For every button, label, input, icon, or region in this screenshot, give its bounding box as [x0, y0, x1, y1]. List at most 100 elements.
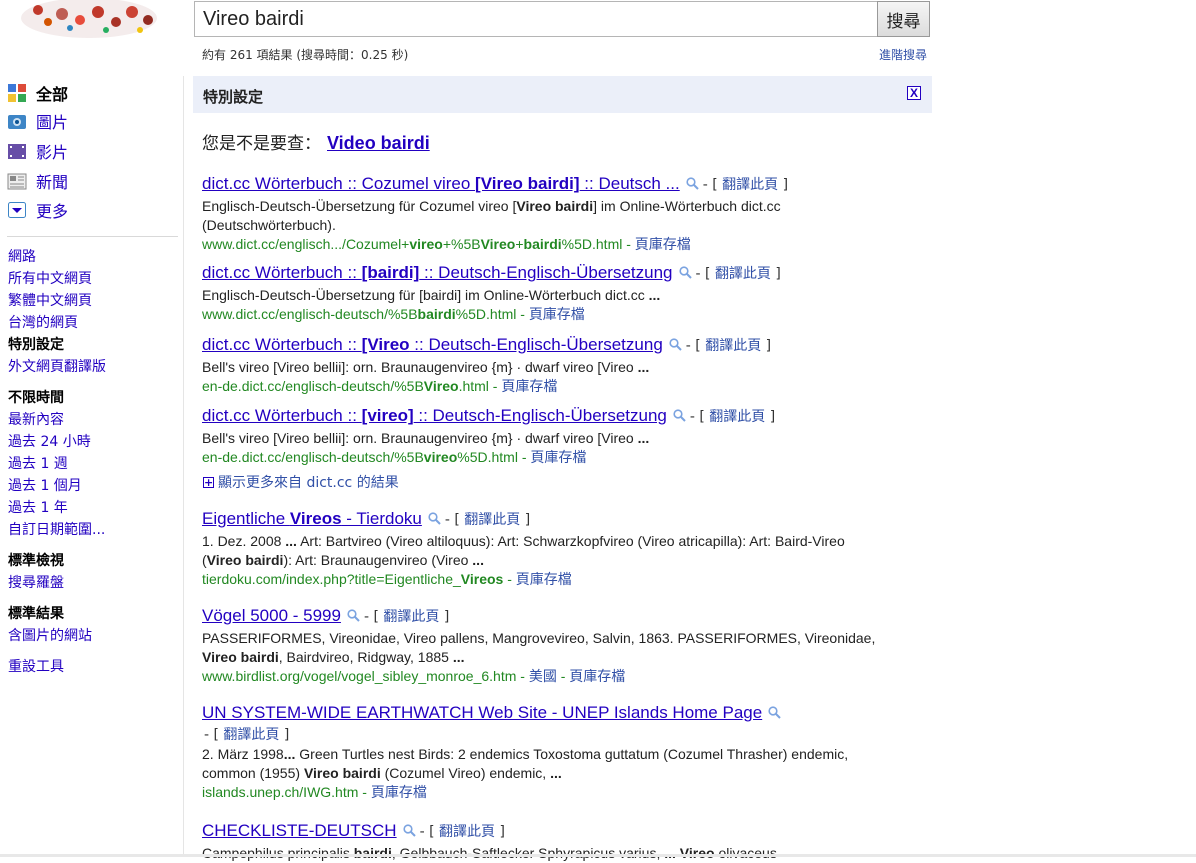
sidebar-item-label: 新聞 — [36, 173, 69, 192]
news-icon — [7, 171, 27, 191]
cached-page-link[interactable]: 頁庫存檔 — [501, 379, 557, 395]
translate-page-link[interactable]: 翻譯此頁 — [223, 727, 279, 743]
result-title-link[interactable]: dict.cc Wörterbuch :: [bairdi] :: Deutsc… — [202, 263, 673, 282]
scope-taiwan[interactable]: 台灣的網頁 — [8, 312, 78, 332]
search-result: UN SYSTEM-WIDE EARTHWATCH Web Site - UNE… — [202, 702, 882, 803]
translate-page-link[interactable]: 翻譯此頁 — [464, 512, 520, 528]
wonder-wheel-link[interactable]: 搜尋羅盤 — [8, 572, 64, 592]
plus-icon: + — [203, 475, 214, 489]
cached-page-link[interactable]: 頁庫存檔 — [569, 669, 625, 685]
sites-with-images-link[interactable]: 含圖片的網站 — [8, 625, 92, 645]
time-custom-range[interactable]: 自訂日期範圍... — [8, 519, 105, 539]
preview-magnifier-icon[interactable] — [673, 406, 686, 427]
result-title-link[interactable]: UN SYSTEM-WIDE EARTHWATCH Web Site - UNE… — [202, 703, 762, 722]
advanced-search-link[interactable]: 進階搜尋 — [879, 46, 927, 63]
result-url: en-de.dict.cc/englisch-deutsch/%5Bvireo%… — [202, 449, 587, 466]
all-results-icon — [7, 83, 27, 103]
result-stats: 約有 261 項結果 (搜尋時間：0.25 秒) — [202, 48, 409, 62]
more-dropdown-icon — [7, 200, 27, 220]
result-title-link[interactable]: dict.cc Wörterbuch :: Cozumel vireo [Vir… — [202, 174, 680, 193]
time-past-year[interactable]: 過去 1 年 — [8, 497, 68, 517]
scope-web[interactable]: 網路 — [8, 246, 36, 266]
cached-page-link[interactable]: 頁庫存檔 — [371, 785, 427, 801]
sidebar-item-news[interactable]: 新聞 — [7, 169, 68, 193]
cached-page-link[interactable]: 頁庫存檔 — [530, 450, 586, 466]
translate-page: - [ 翻譯此頁 ] — [444, 512, 531, 528]
search-input[interactable] — [194, 1, 878, 37]
search-result: dict.cc Wörterbuch :: [Vireo :: Deutsch-… — [202, 334, 882, 397]
result-title-link[interactable]: dict.cc Wörterbuch :: [Vireo :: Deutsch-… — [202, 335, 663, 354]
cached-page-link[interactable]: 頁庫存檔 — [516, 572, 572, 588]
time-past-month[interactable]: 過去 1 個月 — [8, 475, 82, 495]
cached-page-link[interactable]: 頁庫存檔 — [529, 307, 585, 323]
preview-magnifier-icon[interactable] — [678, 263, 692, 284]
did-you-mean-label: 您是不是要查： — [202, 134, 321, 154]
result-title-link[interactable]: CHECKLISTE-DEUTSCH — [202, 821, 397, 840]
result-title-line: CHECKLISTE-DEUTSCH - [ 翻譯此頁 ] — [202, 820, 882, 843]
videos-icon — [7, 141, 27, 161]
translate-page: - [ 翻譯此頁 ] — [689, 409, 776, 425]
result-url: tierdoku.com/index.php?title=Eigentliche… — [202, 571, 572, 588]
sidebar-item-all[interactable]: 全部 — [7, 81, 68, 105]
result-title-link[interactable]: Eigentliche Vireos - Tierdoku — [202, 509, 422, 528]
result-title-line: dict.cc Wörterbuch :: [bairdi] :: Deutsc… — [202, 262, 882, 285]
search-button[interactable]: 搜尋 — [877, 1, 930, 37]
translate-page: - [ 翻譯此頁 ] — [702, 177, 789, 193]
preview-magnifier-icon[interactable] — [768, 703, 781, 724]
did-you-mean-suggestion[interactable]: Video bairdi — [327, 133, 430, 153]
sidebar-item-more[interactable]: 更多 — [7, 198, 68, 222]
result-title-link[interactable]: Vögel 5000 - 5999 — [202, 606, 341, 625]
translate-page: - [ 翻譯此頁 ] — [695, 266, 781, 282]
time-latest[interactable]: 最新內容 — [8, 409, 64, 429]
result-title-line: UN SYSTEM-WIDE EARTHWATCH Web Site - UNE… — [202, 702, 882, 724]
translate-page-link[interactable]: 翻譯此頁 — [439, 824, 495, 840]
special-settings-title: 特別設定 — [203, 88, 264, 106]
result-title-line: Eigentliche Vireos - Tierdoku - [ 翻譯此頁 ] — [202, 508, 882, 531]
preview-magnifier-icon[interactable] — [402, 821, 416, 842]
search-result: Eigentliche Vireos - Tierdoku - [ 翻譯此頁 ] 1… — [202, 508, 882, 590]
sidebar-divider — [183, 76, 184, 857]
result-snippet: 1. Dez. 2008 ... Art: Bartvireo (Vireo a… — [202, 533, 845, 568]
cached-page-link[interactable]: 頁庫存檔 — [635, 237, 691, 253]
google-logo[interactable] — [18, 0, 160, 40]
more-from-site-link[interactable]: + 顯示更多來自 dict.cc 的結果 — [203, 472, 399, 492]
translate-page-link[interactable]: 翻譯此頁 — [705, 338, 761, 354]
scope-traditional-chinese[interactable]: 繁體中文網頁 — [8, 290, 92, 310]
translate-page-link[interactable]: 翻譯此頁 — [722, 177, 778, 193]
search-result: dict.cc Wörterbuch :: [bairdi] :: Deutsc… — [202, 262, 882, 325]
special-settings-bar: 特別設定 X — [193, 76, 932, 113]
preview-magnifier-icon[interactable] — [347, 606, 360, 627]
translated-foreign-pages-link[interactable]: 外文網頁翻譯版 — [8, 356, 106, 376]
close-icon[interactable]: X — [907, 86, 921, 100]
search-result: dict.cc Wörterbuch :: Cozumel vireo [Vir… — [202, 173, 882, 255]
time-past-24-hours[interactable]: 過去 24 小時 — [8, 431, 91, 451]
translate-page: - [ 翻譯此頁 ] — [685, 338, 772, 354]
scope-all-chinese[interactable]: 所有中文網頁 — [8, 268, 92, 288]
translate-page-link[interactable]: 翻譯此頁 — [715, 266, 771, 282]
translate-page: - [ 翻譯此頁 ] — [419, 824, 505, 840]
result-snippet: Bell's vireo [Vireo bellii]: orn. Brauna… — [202, 430, 650, 446]
did-you-mean: 您是不是要查： Video bairdi — [202, 129, 430, 154]
sidebar-item-label: 圖片 — [36, 113, 69, 132]
preview-magnifier-icon[interactable] — [669, 335, 682, 356]
images-icon — [7, 111, 27, 131]
translate-page-link[interactable]: 翻譯此頁 — [709, 409, 765, 425]
sidebar-item-label: 全部 — [36, 85, 69, 104]
preview-magnifier-icon[interactable] — [428, 509, 441, 530]
result-url: islands.unep.ch/IWG.htm - 頁庫存檔 — [202, 784, 427, 802]
sidebar-item-videos[interactable]: 影片 — [7, 139, 68, 163]
translate-page-link[interactable]: 翻譯此頁 — [383, 609, 439, 625]
translate-page: - [ 翻譯此頁 ] — [204, 727, 290, 744]
result-snippet: 2. März 1998... Green Turtles nest Birds… — [202, 746, 849, 782]
result-url: www.birdlist.org/vogel/vogel_sibley_monr… — [202, 668, 626, 685]
reset-tools-link[interactable]: 重設工具 — [8, 656, 64, 676]
sidebar-item-label: 影片 — [36, 143, 69, 162]
preview-magnifier-icon[interactable] — [686, 174, 699, 195]
time-past-week[interactable]: 過去 1 週 — [8, 453, 68, 473]
search-result: dict.cc Wörterbuch :: [vireo] :: Deutsch… — [202, 405, 882, 468]
result-snippet: Englisch-Deutsch-Übersetzung für Cozumel… — [202, 198, 781, 233]
result-title-link[interactable]: dict.cc Wörterbuch :: [vireo] :: Deutsch… — [202, 406, 667, 425]
search-result: Vögel 5000 - 5999 - [ 翻譯此頁 ] PASSERIFORMES… — [202, 605, 882, 687]
standard-view-heading: 標準檢視 — [8, 553, 64, 569]
sidebar-item-images[interactable]: 圖片 — [7, 109, 68, 133]
